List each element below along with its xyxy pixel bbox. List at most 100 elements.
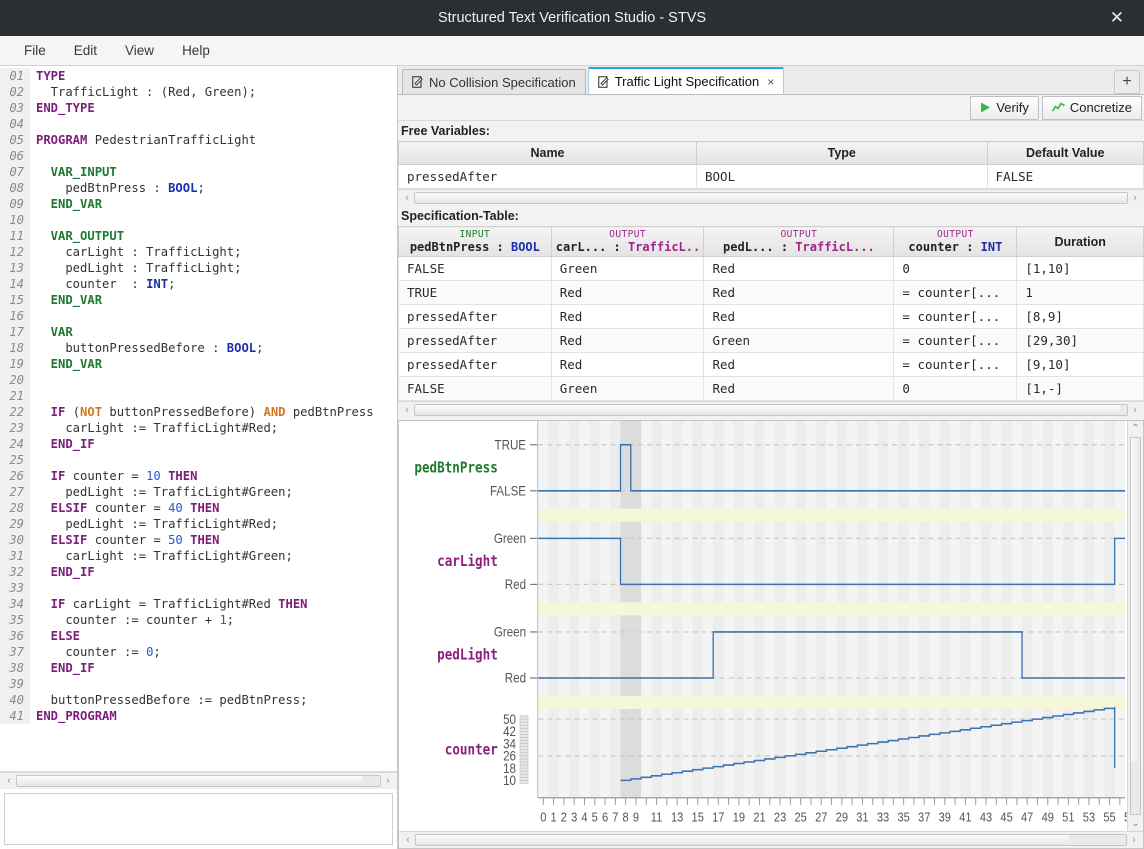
tab-no-collision-specification[interactable]: No Collision Specification: [402, 69, 586, 94]
x-tick-label: 39: [939, 810, 952, 825]
spec-cell[interactable]: Green: [550, 256, 705, 281]
concretize-button[interactable]: Concretize: [1041, 95, 1142, 120]
scroll-track[interactable]: [414, 404, 1128, 416]
spec-cell[interactable]: [8,9]: [1016, 304, 1144, 329]
spec-col-carl[interactable]: OUTPUTcarL... : TrafficL...: [550, 226, 705, 257]
col-default-value[interactable]: Default Value: [986, 141, 1144, 165]
free-variables-horizontal-scrollbar[interactable]: ‹ ›: [398, 189, 1144, 206]
scroll-left-arrow-icon[interactable]: ‹: [2, 775, 16, 787]
code-editor[interactable]: 01 TYPE 02 TrafficLight : (Red, Green); 03 E…: [0, 66, 397, 772]
spec-cell[interactable]: = counter[...: [893, 280, 1018, 305]
add-tab-button[interactable]: +: [1114, 70, 1140, 94]
scroll-right-arrow-icon[interactable]: ›: [1128, 404, 1142, 416]
scroll-track[interactable]: [414, 192, 1128, 204]
timing-diagram-vertical-scrollbar[interactable]: ⌃ ⌄: [1127, 421, 1143, 831]
code-token: PedestrianTrafficLight: [94, 133, 257, 147]
menu-help[interactable]: Help: [170, 39, 222, 62]
spec-cell[interactable]: = counter[...: [893, 328, 1018, 353]
scroll-thumb[interactable]: [415, 405, 1120, 415]
spec-cell[interactable]: [1,-]: [1016, 376, 1144, 401]
spec-cell[interactable]: 0: [893, 376, 1018, 401]
cell-type[interactable]: BOOL: [696, 164, 988, 189]
code-token: ELSIF: [36, 533, 95, 547]
spec-cell[interactable]: Red: [550, 280, 705, 305]
spec-cell[interactable]: 0: [893, 256, 1018, 281]
tab-traffic-light-specification[interactable]: Traffic Light Specification ×: [587, 67, 785, 94]
spec-cell[interactable]: Red: [703, 376, 895, 401]
line-number: 21: [0, 388, 30, 404]
table-row[interactable]: pressedAfter Red Red = counter[... [9,10]: [398, 352, 1144, 377]
spec-cell[interactable]: Red: [703, 280, 895, 305]
spec-col-pedl[interactable]: OUTPUT pedL... : TrafficL...: [703, 226, 895, 257]
spec-col-pedbtnpress[interactable]: INPUT pedBtnPress : BOOL: [398, 226, 552, 257]
spec-cell[interactable]: FALSE: [398, 256, 552, 281]
spec-cell[interactable]: pressedAfter: [398, 304, 552, 329]
spec-cell[interactable]: Green: [703, 328, 895, 353]
spec-cell[interactable]: Red: [550, 304, 705, 329]
spec-col-counter[interactable]: OUTPUT counter : INT: [893, 226, 1018, 257]
code-line: 39: [0, 676, 397, 692]
editor-horizontal-scrollbar[interactable]: ‹ ›: [0, 772, 397, 789]
scroll-up-arrow-icon[interactable]: ⌃: [1131, 421, 1139, 436]
line-number: 06: [0, 148, 30, 164]
timing-diagram-horizontal-scrollbar[interactable]: ‹ ›: [399, 831, 1143, 848]
scroll-left-arrow-icon[interactable]: ‹: [400, 404, 414, 416]
spec-cell[interactable]: Green: [550, 376, 705, 401]
close-icon[interactable]: ✕: [1104, 0, 1130, 36]
verify-button[interactable]: Verify: [970, 95, 1039, 120]
spec-cell[interactable]: Red: [550, 352, 705, 377]
timing-diagram-svg[interactable]: pedBtnPressTRUEFALSEcarLightGreenRedpedL…: [399, 421, 1137, 831]
scroll-left-arrow-icon[interactable]: ‹: [400, 192, 414, 204]
cell-default[interactable]: FALSE: [986, 164, 1144, 189]
scroll-down-arrow-icon[interactable]: ⌄: [1131, 816, 1139, 831]
scroll-thumb[interactable]: [1131, 438, 1140, 762]
table-row[interactable]: FALSE Green Red 0 [1,10]: [398, 256, 1144, 281]
spec-cell[interactable]: = counter[...: [893, 352, 1018, 377]
scroll-right-arrow-icon[interactable]: ›: [381, 775, 395, 787]
timing-diagram-canvas[interactable]: pedBtnPress TRUE FALSE carLight Green Red pedL…: [399, 421, 1137, 831]
col-name[interactable]: Name: [398, 141, 697, 165]
scroll-thumb[interactable]: [415, 193, 1127, 203]
spec-col-duration[interactable]: Duration: [1016, 226, 1144, 257]
spec-cell[interactable]: Red: [703, 256, 895, 281]
tab-close-icon[interactable]: ×: [767, 75, 774, 89]
y-tick-label: 10: [503, 773, 516, 788]
scroll-left-arrow-icon[interactable]: ‹: [401, 834, 415, 846]
col-type[interactable]: Type: [696, 141, 988, 165]
spec-cell[interactable]: Red: [703, 352, 895, 377]
spec-cell[interactable]: FALSE: [398, 376, 552, 401]
table-row[interactable]: pressedAfter Red Green = counter[... [29,30]: [398, 328, 1144, 353]
menu-file[interactable]: File: [12, 39, 58, 62]
spec-cell[interactable]: pressedAfter: [398, 328, 552, 353]
menu-view[interactable]: View: [113, 39, 166, 62]
scroll-thumb[interactable]: [416, 835, 1070, 845]
spec-cell[interactable]: = counter[...: [893, 304, 1018, 329]
scroll-right-arrow-icon[interactable]: ›: [1127, 834, 1141, 846]
spec-cell[interactable]: TRUE: [398, 280, 552, 305]
table-row[interactable]: FALSE Green Red 0 [1,-]: [398, 376, 1144, 401]
scroll-thumb[interactable]: [17, 776, 362, 786]
code-line: 23 carLight := TrafficLight#Red;: [0, 420, 397, 436]
table-row[interactable]: pressedAfter Red Red = counter[... [8,9]: [398, 304, 1144, 329]
menu-edit[interactable]: Edit: [62, 39, 109, 62]
spec-col-name: carL... : TrafficL...: [555, 240, 700, 254]
spec-cell[interactable]: Red: [550, 328, 705, 353]
x-tick-label: 23: [774, 810, 787, 825]
code-text[interactable]: 01 TYPE 02 TrafficLight : (Red, Green); 03 E…: [0, 66, 397, 724]
table-row[interactable]: pressedAfter BOOL FALSE: [398, 164, 1144, 189]
cell-name[interactable]: pressedAfter: [398, 164, 697, 189]
console-output-panel[interactable]: [4, 793, 393, 845]
scroll-right-arrow-icon[interactable]: ›: [1128, 192, 1142, 204]
table-row[interactable]: TRUE Red Red = counter[... 1: [398, 280, 1144, 305]
specification-horizontal-scrollbar[interactable]: ‹ ›: [398, 401, 1144, 418]
spec-cell[interactable]: pressedAfter: [398, 352, 552, 377]
spec-cell[interactable]: Red: [703, 304, 895, 329]
scroll-track[interactable]: [16, 775, 381, 787]
spec-cell[interactable]: 1: [1016, 280, 1144, 305]
spec-cell[interactable]: [9,10]: [1016, 352, 1144, 377]
code-token: ;: [256, 341, 264, 355]
spec-cell[interactable]: [1,10]: [1016, 256, 1144, 281]
spec-cell[interactable]: [29,30]: [1016, 328, 1144, 353]
scroll-track[interactable]: [415, 834, 1127, 846]
scroll-track[interactable]: [1130, 437, 1141, 815]
